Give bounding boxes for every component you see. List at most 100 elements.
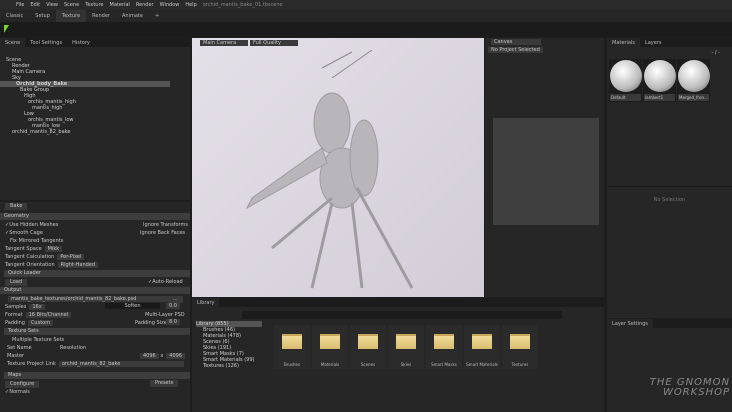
tab-layers[interactable]: Layers: [640, 38, 667, 47]
ignore-transforms-checkbox[interactable]: Ignore Transforms: [143, 221, 188, 229]
label: Tangent Calculation: [5, 254, 55, 260]
library-search-input[interactable]: [242, 311, 562, 319]
menu-render[interactable]: Render: [136, 2, 154, 8]
no-selection-text: No Selection: [607, 186, 732, 203]
mantis-model: [245, 49, 414, 289]
menu-scene[interactable]: Scene: [64, 2, 79, 8]
tree-item[interactable]: Textures (126): [196, 363, 262, 369]
viewport[interactable]: Main Camera Full Quality: [192, 38, 484, 297]
library-panel: Library Library (855) Brushes (46) Mater…: [192, 298, 604, 412]
material-preview: [644, 60, 676, 92]
material-merged[interactable]: Merged_fron...: [677, 59, 710, 102]
tab-add[interactable]: +: [149, 10, 165, 22]
tab-render[interactable]: Render: [86, 10, 116, 22]
load-button[interactable]: Load: [5, 279, 27, 286]
window-title: orchid_mantis_bake_01.tbscene: [202, 2, 283, 8]
folder-smart-masks[interactable]: Smart Masks: [426, 325, 462, 369]
material-preview: [678, 60, 710, 92]
folder-brushes[interactable]: Brushes: [274, 325, 310, 369]
menu-texture[interactable]: Texture: [85, 2, 103, 8]
auto-reload-checkbox[interactable]: ✓Auto-Reload: [148, 278, 183, 286]
ignore-back-faces-checkbox[interactable]: Ignore Back Faces: [140, 229, 185, 237]
section-texture-sets[interactable]: Texture Sets: [4, 328, 190, 335]
label: Resolution: [60, 345, 87, 351]
material-lambert1[interactable]: lambert1: [643, 59, 676, 102]
padding-size-field[interactable]: 8.0: [166, 319, 180, 325]
tab-texture[interactable]: Texture: [55, 10, 87, 22]
tab-classic[interactable]: Classic: [0, 10, 29, 22]
tab-library[interactable]: Library: [192, 298, 220, 307]
multi-layer-checkbox[interactable]: Multi-Layer PSD: [145, 311, 185, 319]
menu-edit[interactable]: Edit: [30, 2, 40, 8]
folder-icon: [472, 334, 492, 349]
label: Texture Project Link: [7, 361, 56, 367]
scene-tree: Scene Render Main Camera Sky Orchid_body…: [0, 57, 190, 135]
tab-setup[interactable]: Setup: [29, 10, 56, 22]
configure-button[interactable]: Configure: [5, 381, 40, 388]
tab-history[interactable]: History: [67, 38, 95, 47]
section-geometry[interactable]: Geometry: [0, 213, 190, 220]
samples-select[interactable]: 16x: [29, 304, 45, 310]
bake-button[interactable]: Bake: [5, 203, 28, 210]
browse-button[interactable]: ...: [168, 296, 183, 303]
folder-icon: [510, 334, 530, 349]
menu-file[interactable]: File: [16, 2, 24, 8]
res-width[interactable]: 4096: [140, 353, 159, 359]
normals-checkbox[interactable]: Normals: [9, 389, 30, 395]
canvas-select[interactable]: Canvas: [491, 39, 541, 45]
materials-panel: Materials Layers - / - Default lambert1 …: [607, 38, 732, 318]
section-output[interactable]: Output: [0, 287, 190, 294]
soften-slider[interactable]: Soften: [105, 303, 160, 309]
tab-animate[interactable]: Animate: [116, 10, 149, 22]
tangent-orient-select[interactable]: Right-Handed: [57, 262, 99, 268]
tab-tool-settings[interactable]: Tool Settings: [25, 38, 67, 47]
output-path-field[interactable]: mantis_bake_textures/orchid_mantis_82_ba…: [8, 296, 168, 302]
tab-scene[interactable]: Scene: [0, 38, 26, 47]
menu-view[interactable]: View: [46, 2, 58, 8]
folder-smart-materials[interactable]: Smart Materials: [464, 325, 500, 369]
soften-value[interactable]: 0.0: [166, 303, 180, 309]
folder-icon: [320, 334, 340, 349]
folder-icon: [282, 334, 302, 349]
label: Tangent Orientation: [5, 262, 55, 268]
smooth-cage-checkbox[interactable]: Smooth Cage: [9, 230, 43, 236]
menu-window[interactable]: Window: [160, 2, 180, 8]
menu-material[interactable]: Material: [110, 2, 130, 8]
label: Format: [5, 312, 23, 318]
folder-scenes[interactable]: Scenes: [350, 325, 386, 369]
section-maps[interactable]: Maps: [4, 372, 190, 379]
project-select[interactable]: No Project Selected: [488, 47, 543, 53]
section-quick-loader[interactable]: Quick Loader: [4, 270, 190, 277]
label: x: [160, 353, 164, 359]
select-tool-icon[interactable]: [4, 25, 9, 33]
folder-materials[interactable]: Materials: [312, 325, 348, 369]
mode-tabs: Classic Setup Texture Render Animate +: [0, 10, 732, 22]
label: Set Name: [7, 345, 32, 351]
scene-toolbar: [0, 47, 190, 57]
res-height[interactable]: 4096: [166, 353, 186, 359]
material-default[interactable]: Default: [609, 59, 642, 102]
library-folders: Brushes Materials Scenes Skies Smart Mas…: [274, 325, 538, 369]
presets-button[interactable]: Presets: [150, 380, 179, 387]
use-hidden-checkbox[interactable]: Use Hidden Meshes: [9, 222, 58, 228]
multiple-sets-checkbox[interactable]: Multiple Texture Sets: [0, 336, 190, 344]
folder-textures[interactable]: Textures: [502, 325, 538, 369]
format-select[interactable]: 16 Bits/Channel: [25, 312, 72, 318]
tab-materials[interactable]: Materials: [607, 38, 640, 47]
folder-icon: [434, 334, 454, 349]
canvas-preview: [493, 118, 599, 225]
tangent-calc-select[interactable]: Per-Pixel: [57, 254, 85, 260]
label: lambert1: [644, 94, 675, 101]
label: Skies: [400, 362, 412, 367]
fix-mirrored-checkbox[interactable]: Fix Mirrored Tangents: [10, 238, 63, 244]
folder-skies[interactable]: Skies: [388, 325, 424, 369]
tree-item[interactable]: orchid_mantis_82_bake: [0, 129, 190, 135]
project-link-select[interactable]: orchid_mantis_82_bake: [58, 361, 184, 367]
menu-help[interactable]: Help: [185, 2, 196, 8]
label: Default: [610, 94, 641, 101]
label: Padding Size: [135, 320, 167, 326]
tab-layer-settings[interactable]: Layer Settings: [607, 319, 654, 328]
padding-select[interactable]: Custom: [27, 320, 54, 326]
tangent-space-select[interactable]: Mikk: [44, 246, 63, 252]
label: Materials: [320, 362, 340, 367]
